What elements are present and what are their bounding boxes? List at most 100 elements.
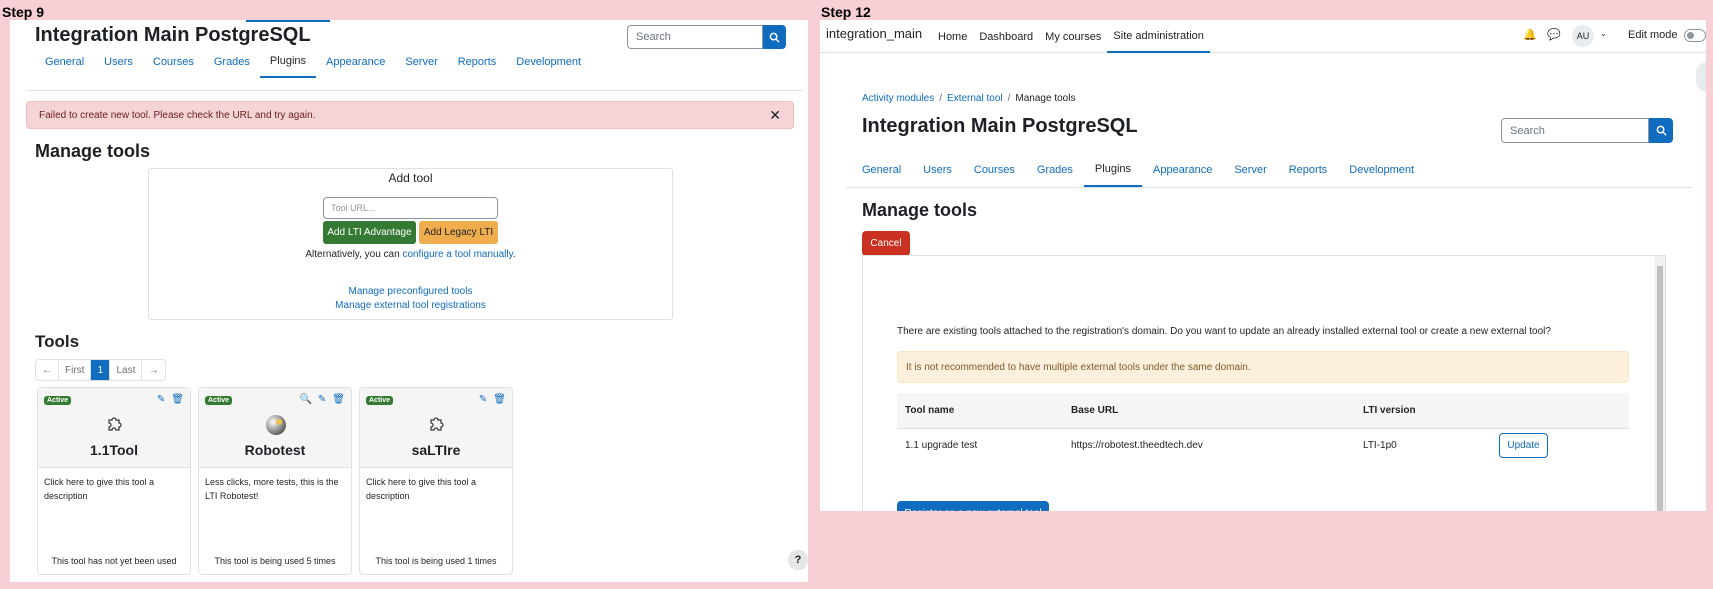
delete-icon[interactable]: 🗑 [171,394,184,405]
chat-icon[interactable]: 💬 [1547,28,1561,41]
brand[interactable]: integration_main [826,26,922,41]
chevron-down-icon[interactable]: ⌄ [1600,29,1607,38]
tab-server[interactable]: Server [1223,152,1277,187]
scrollbar[interactable] [1655,256,1665,511]
cancel-button[interactable]: Cancel [862,231,910,256]
search-button[interactable] [1649,118,1673,143]
manage-tools-heading: Manage tools [862,200,978,220]
search-form: Search [1501,118,1673,143]
admin-tabs: General Users Courses Grades Plugins App… [35,46,784,78]
bell-icon[interactable]: 🔔 [1523,28,1537,41]
edit-icon[interactable]: ✎ [318,394,326,405]
tab-courses[interactable]: Courses [963,152,1026,187]
breadcrumb-separator: / [939,93,943,104]
tool-card-header: Active ✎ 🗑 1.1Tool [38,388,190,468]
tab-courses[interactable]: Courses [143,46,204,78]
column-lti-version: LTI version [1363,404,1416,416]
delete-icon[interactable]: 🗑 [493,394,506,405]
edit-mode-label: Edit mode [1628,29,1678,41]
manage-preconfigured-tools-link[interactable]: Manage preconfigured tools [149,286,672,297]
nav-home[interactable]: Home [932,20,973,53]
tool-card[interactable]: Active ✎ 🗑 1.1Tool Click here to give th… [37,387,191,575]
configure-manually-suffix: . [512,249,516,260]
breadcrumb-activity-modules[interactable]: Activity modules [862,93,934,104]
tools-table: Tool name Base URL LTI version 1.1 upgra… [897,393,1629,462]
site-title: Integration Main PostgreSQL [862,115,1138,137]
tab-users[interactable]: Users [912,152,963,187]
register-new-tool-button[interactable]: Register as a new external tool [897,501,1049,511]
manage-registrations-link[interactable]: Manage external tool registrations [149,300,672,311]
add-tool-title: Add tool [388,171,433,185]
scrollbar-thumb[interactable] [1657,266,1663,511]
delete-icon[interactable]: 🗑 [332,394,345,405]
tab-reports[interactable]: Reports [448,46,507,78]
table-header-row: Tool name Base URL LTI version [897,393,1629,428]
tool-usage: This tool is being used 1 times [375,556,497,566]
tab-general[interactable]: General [846,152,912,187]
help-button[interactable]: ? [788,550,808,570]
status-badge: Active [44,396,72,405]
drawer-toggle[interactable] [1696,62,1706,92]
nav-site-administration[interactable]: Site administration [1107,20,1210,53]
close-icon[interactable]: ✕ [769,107,781,124]
add-lti-advantage-button[interactable]: Add LTI Advantage [323,221,416,244]
pagination-next[interactable]: → [142,360,165,380]
table-row: 1.1 upgrade test https://robotest.theedt… [897,428,1629,462]
arrow-right-icon: → [148,364,159,376]
search-icon[interactable]: 🔍 [299,394,311,405]
toggle-knob [1687,32,1694,39]
tab-plugins[interactable]: Plugins [259,46,316,78]
tab-plugins[interactable]: Plugins [1083,152,1142,187]
pagination-last[interactable]: Last [110,360,143,380]
pagination-current[interactable]: 1 [91,360,111,380]
tab-grades[interactable]: Grades [204,46,260,78]
update-button[interactable]: Update [1499,432,1548,458]
status-badge: Active [366,396,394,405]
tab-appearance[interactable]: Appearance [1142,152,1223,187]
right-panel: integration_main Home Dashboard My cours… [820,20,1706,511]
nav-dashboard[interactable]: Dashboard [973,20,1039,53]
tool-name: saLTIre [411,442,461,458]
tool-url-input[interactable]: Tool URL... [323,197,498,219]
search-input[interactable]: Search [1501,118,1649,143]
tab-grades[interactable]: Grades [1026,152,1084,187]
configure-manually-link[interactable]: configure a tool manually [402,249,512,260]
edit-mode-toggle[interactable] [1684,29,1706,42]
column-tool-name: Tool name [905,404,955,416]
add-legacy-lti-button[interactable]: Add Legacy LTI [419,221,498,244]
tool-description: Click here to give this tool a descripti… [366,477,477,501]
tab-users[interactable]: Users [94,46,143,78]
breadcrumb-external-tool[interactable]: External tool [947,93,1003,104]
puzzle-icon [430,417,444,431]
configure-manually-text: Alternatively, you can configure a tool … [149,249,672,260]
manage-tools-heading: Manage tools [35,141,151,161]
nav-my-courses[interactable]: My courses [1039,20,1107,53]
edit-icon[interactable]: ✎ [157,394,165,405]
avatar[interactable]: AU [1572,25,1594,47]
registration-frame: There are existing tools attached to the… [862,255,1666,511]
tool-name: Robotest [244,442,306,458]
admin-tabs: General Users Courses Grades Plugins App… [846,152,1692,188]
edit-icon[interactable]: ✎ [479,394,487,405]
pagination-prev[interactable]: ← [36,360,59,380]
tool-card[interactable]: Active ✎ 🗑 saLTIre Click here to give th… [359,387,513,575]
breadcrumb: Activity modules / External tool / Manage … [862,93,1075,104]
tab-reports[interactable]: Reports [1278,152,1339,187]
tabs-divider [26,90,802,91]
tool-card[interactable]: Active 🔍 ✎ 🗑 Robotest Less clicks, more … [198,387,352,575]
search-icon [769,32,780,43]
tab-general[interactable]: General [35,46,94,78]
tool-description: Click here to give this tool a descripti… [44,477,155,501]
tab-development[interactable]: Development [506,46,591,78]
tab-appearance[interactable]: Appearance [316,46,395,78]
tab-development[interactable]: Development [1338,152,1425,187]
tool-card-actions: ✎ 🗑 [479,394,506,405]
error-alert-text: Failed to create new tool. Please check … [39,109,316,121]
tools-heading: Tools [35,332,80,351]
step-label-right: Step 12 [821,4,871,20]
site-title: Integration Main PostgreSQL [35,24,311,46]
pagination-first[interactable]: First [59,360,92,380]
tab-server[interactable]: Server [395,46,447,78]
primary-nav: Home Dashboard My courses Site administr… [932,20,1210,53]
column-actions [1499,393,1629,428]
